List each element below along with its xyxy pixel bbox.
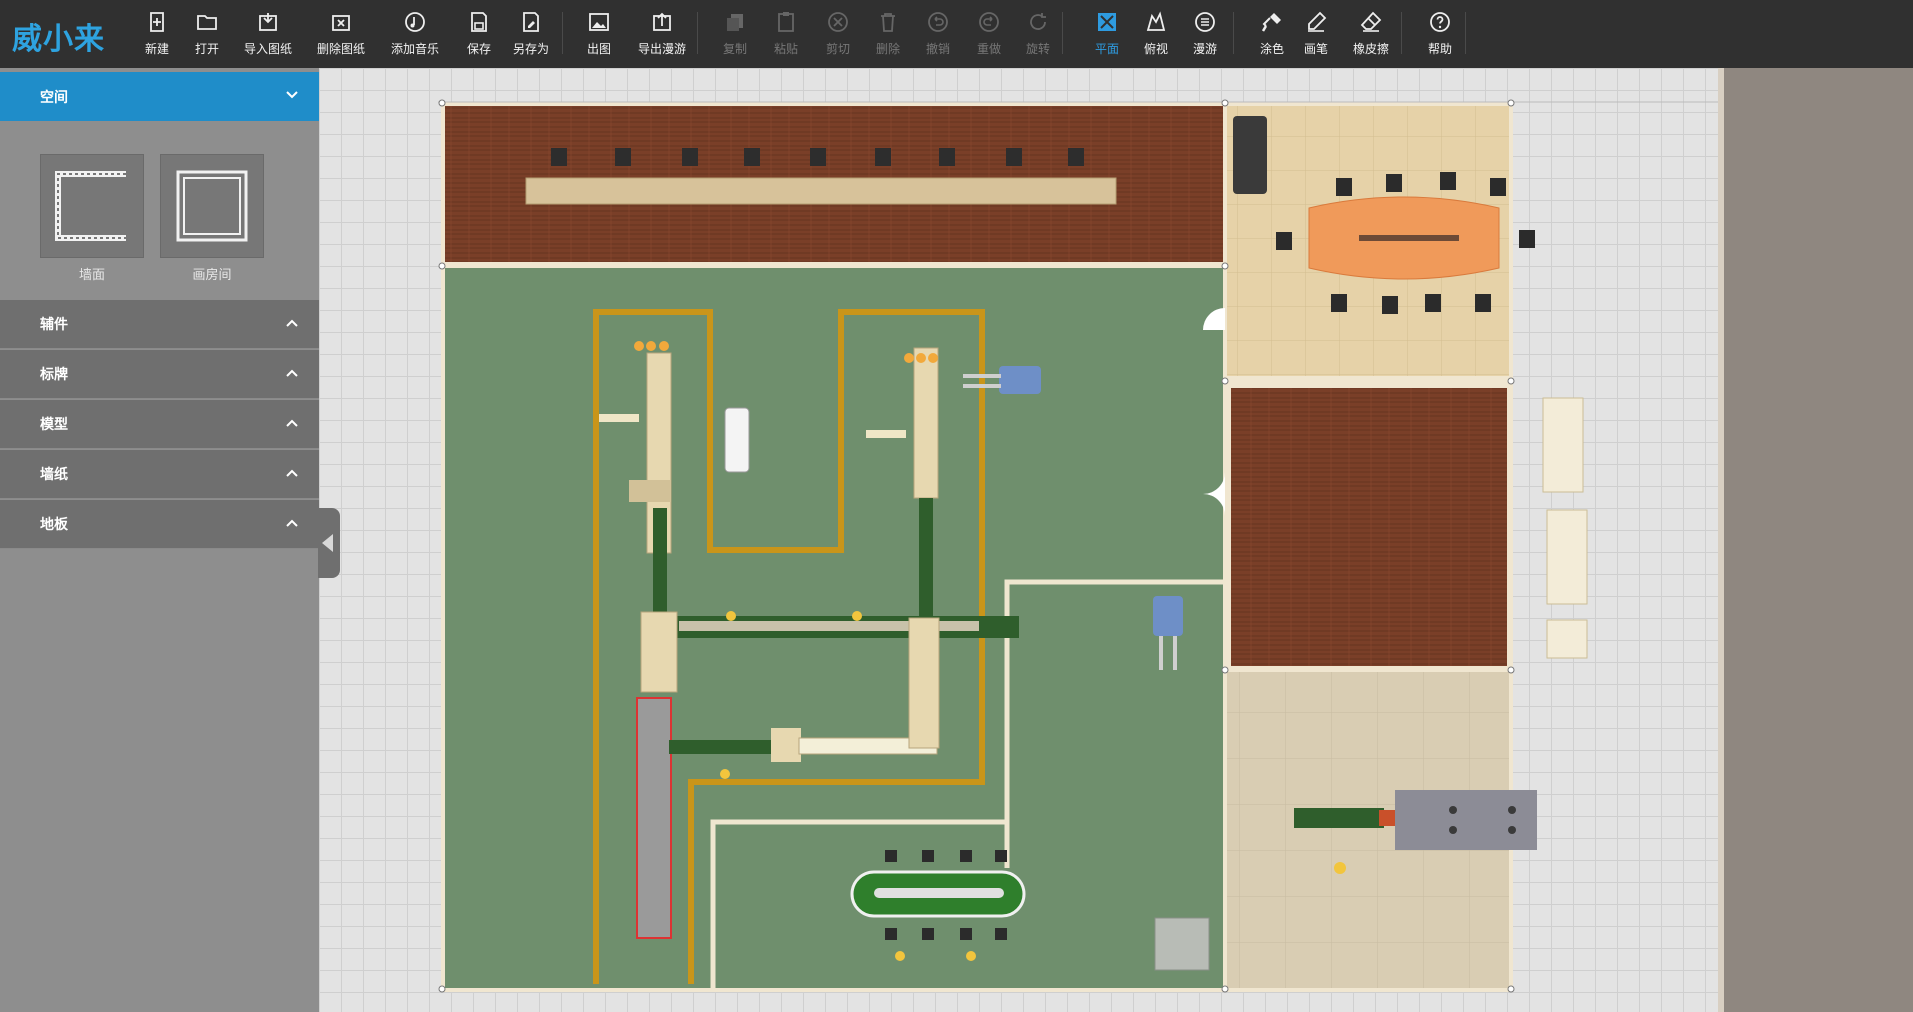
top-view-button[interactable]: 俯视: [1142, 8, 1170, 60]
redo-icon: [975, 8, 1003, 36]
plan-view-button[interactable]: 平面: [1093, 8, 1121, 60]
copy-button[interactable]: 复制: [721, 8, 749, 60]
draw-room-tile[interactable]: [160, 154, 264, 258]
delete-drawing-button[interactable]: 删除图纸: [315, 8, 367, 60]
canvas-margin-edge: [1718, 68, 1724, 1012]
redo-button[interactable]: 重做: [975, 8, 1003, 60]
image-icon: [585, 8, 613, 36]
chevron-up-icon: [286, 519, 298, 527]
section-models-header[interactable]: 模型: [0, 400, 319, 449]
room-icon: [176, 170, 248, 242]
music-icon: [401, 8, 429, 36]
section-accessories-header[interactable]: 辅件: [0, 300, 319, 349]
rotate-icon: [1024, 8, 1052, 36]
trash-icon: [874, 8, 902, 36]
main-toolbar: 威小来 新建 打开 导入图纸 删除图纸 添加音乐 保存 另存为 出图 导出漫游 …: [0, 0, 1913, 68]
wall-tile[interactable]: [40, 154, 144, 258]
toolbar-divider: [1062, 12, 1063, 54]
left-sidebar: 空间 墙面 画房间 辅件 标牌 模型 墙纸 地板: [0, 68, 319, 1012]
render-button[interactable]: 出图: [585, 8, 613, 60]
pencil-icon: [1302, 8, 1330, 36]
toolbar-divider: [697, 12, 698, 54]
wall-tile-label: 墙面: [78, 268, 105, 283]
copy-icon: [721, 8, 749, 36]
floor-plan[interactable]: [319, 68, 1718, 1012]
chevron-down-icon: [286, 91, 298, 99]
section-title: 地板: [40, 517, 68, 533]
brush-button[interactable]: 画笔: [1302, 8, 1330, 60]
top-view-icon: [1142, 8, 1170, 36]
section-title: 空间: [40, 89, 68, 106]
export-icon: [648, 8, 676, 36]
roam-icon: [1191, 8, 1219, 36]
cut-button[interactable]: 剪切: [824, 8, 852, 60]
sofa[interactable]: [1233, 116, 1267, 194]
save-button[interactable]: 保存: [462, 8, 496, 60]
canvas-margin: [1718, 68, 1913, 1012]
eraser-icon: [1357, 8, 1385, 36]
open-button[interactable]: 打开: [190, 8, 224, 60]
folder-icon: [193, 8, 221, 36]
save-as-button[interactable]: 另存为: [511, 8, 551, 60]
section-floor-header[interactable]: 地板: [0, 500, 319, 549]
lounge-room[interactable]: [1231, 388, 1507, 666]
save-icon: [465, 8, 493, 36]
plan-view-icon: [1093, 8, 1121, 36]
chevron-up-icon: [286, 419, 298, 427]
export-tour-button[interactable]: 导出漫游: [637, 8, 687, 60]
new-button[interactable]: 新建: [140, 8, 174, 60]
import-icon: [254, 8, 282, 36]
section-space-header[interactable]: 空间: [0, 72, 319, 121]
delete-button[interactable]: 删除: [874, 8, 902, 60]
delete-drawing-icon: [327, 8, 355, 36]
chevron-up-icon: [286, 369, 298, 377]
undo-button[interactable]: 撤销: [924, 8, 952, 60]
roam-button[interactable]: 漫游: [1191, 8, 1219, 60]
eraser-button[interactable]: 橡皮擦: [1351, 8, 1391, 60]
toolbar-divider: [562, 12, 563, 54]
section-title: 辅件: [40, 317, 68, 333]
toolbar-divider: [1233, 12, 1234, 54]
undo-icon: [924, 8, 952, 36]
section-wallpaper-header[interactable]: 墙纸: [0, 450, 319, 499]
rotate-button[interactable]: 旋转: [1024, 8, 1052, 60]
chevron-up-icon: [286, 469, 298, 477]
paint-roller-icon: [1258, 8, 1286, 36]
save-as-icon: [517, 8, 545, 36]
paste-button[interactable]: 粘贴: [772, 8, 800, 60]
new-file-icon: [143, 8, 171, 36]
paste-icon: [772, 8, 800, 36]
toolbar-divider: [1401, 12, 1402, 54]
chevron-up-icon: [286, 319, 298, 327]
electrical-box[interactable]: [1154, 917, 1210, 971]
wall-icon: [55, 171, 126, 241]
design-canvas[interactable]: [319, 68, 1718, 1012]
help-icon: [1426, 8, 1454, 36]
add-music-button[interactable]: 添加音乐: [389, 8, 441, 60]
section-title: 标牌: [40, 367, 68, 383]
section-title: 墙纸: [40, 467, 68, 483]
toolbar-divider: [1465, 12, 1466, 54]
chevron-left-icon: [322, 534, 333, 552]
sofa-set[interactable]: [1542, 397, 1588, 659]
section-title: 模型: [40, 417, 68, 433]
sidebar-collapse-handle[interactable]: [318, 508, 340, 578]
scissors-icon: [824, 8, 852, 36]
worker[interactable]: [1334, 862, 1346, 874]
import-drawing-button[interactable]: 导入图纸: [242, 8, 294, 60]
app-logo: 威小来: [12, 22, 105, 57]
help-button[interactable]: 帮助: [1426, 8, 1454, 60]
cabinet[interactable]: [724, 407, 750, 473]
draw-room-tile-label: 画房间: [192, 268, 232, 283]
paint-button[interactable]: 涂色: [1258, 8, 1286, 60]
section-signs-header[interactable]: 标牌: [0, 350, 319, 399]
